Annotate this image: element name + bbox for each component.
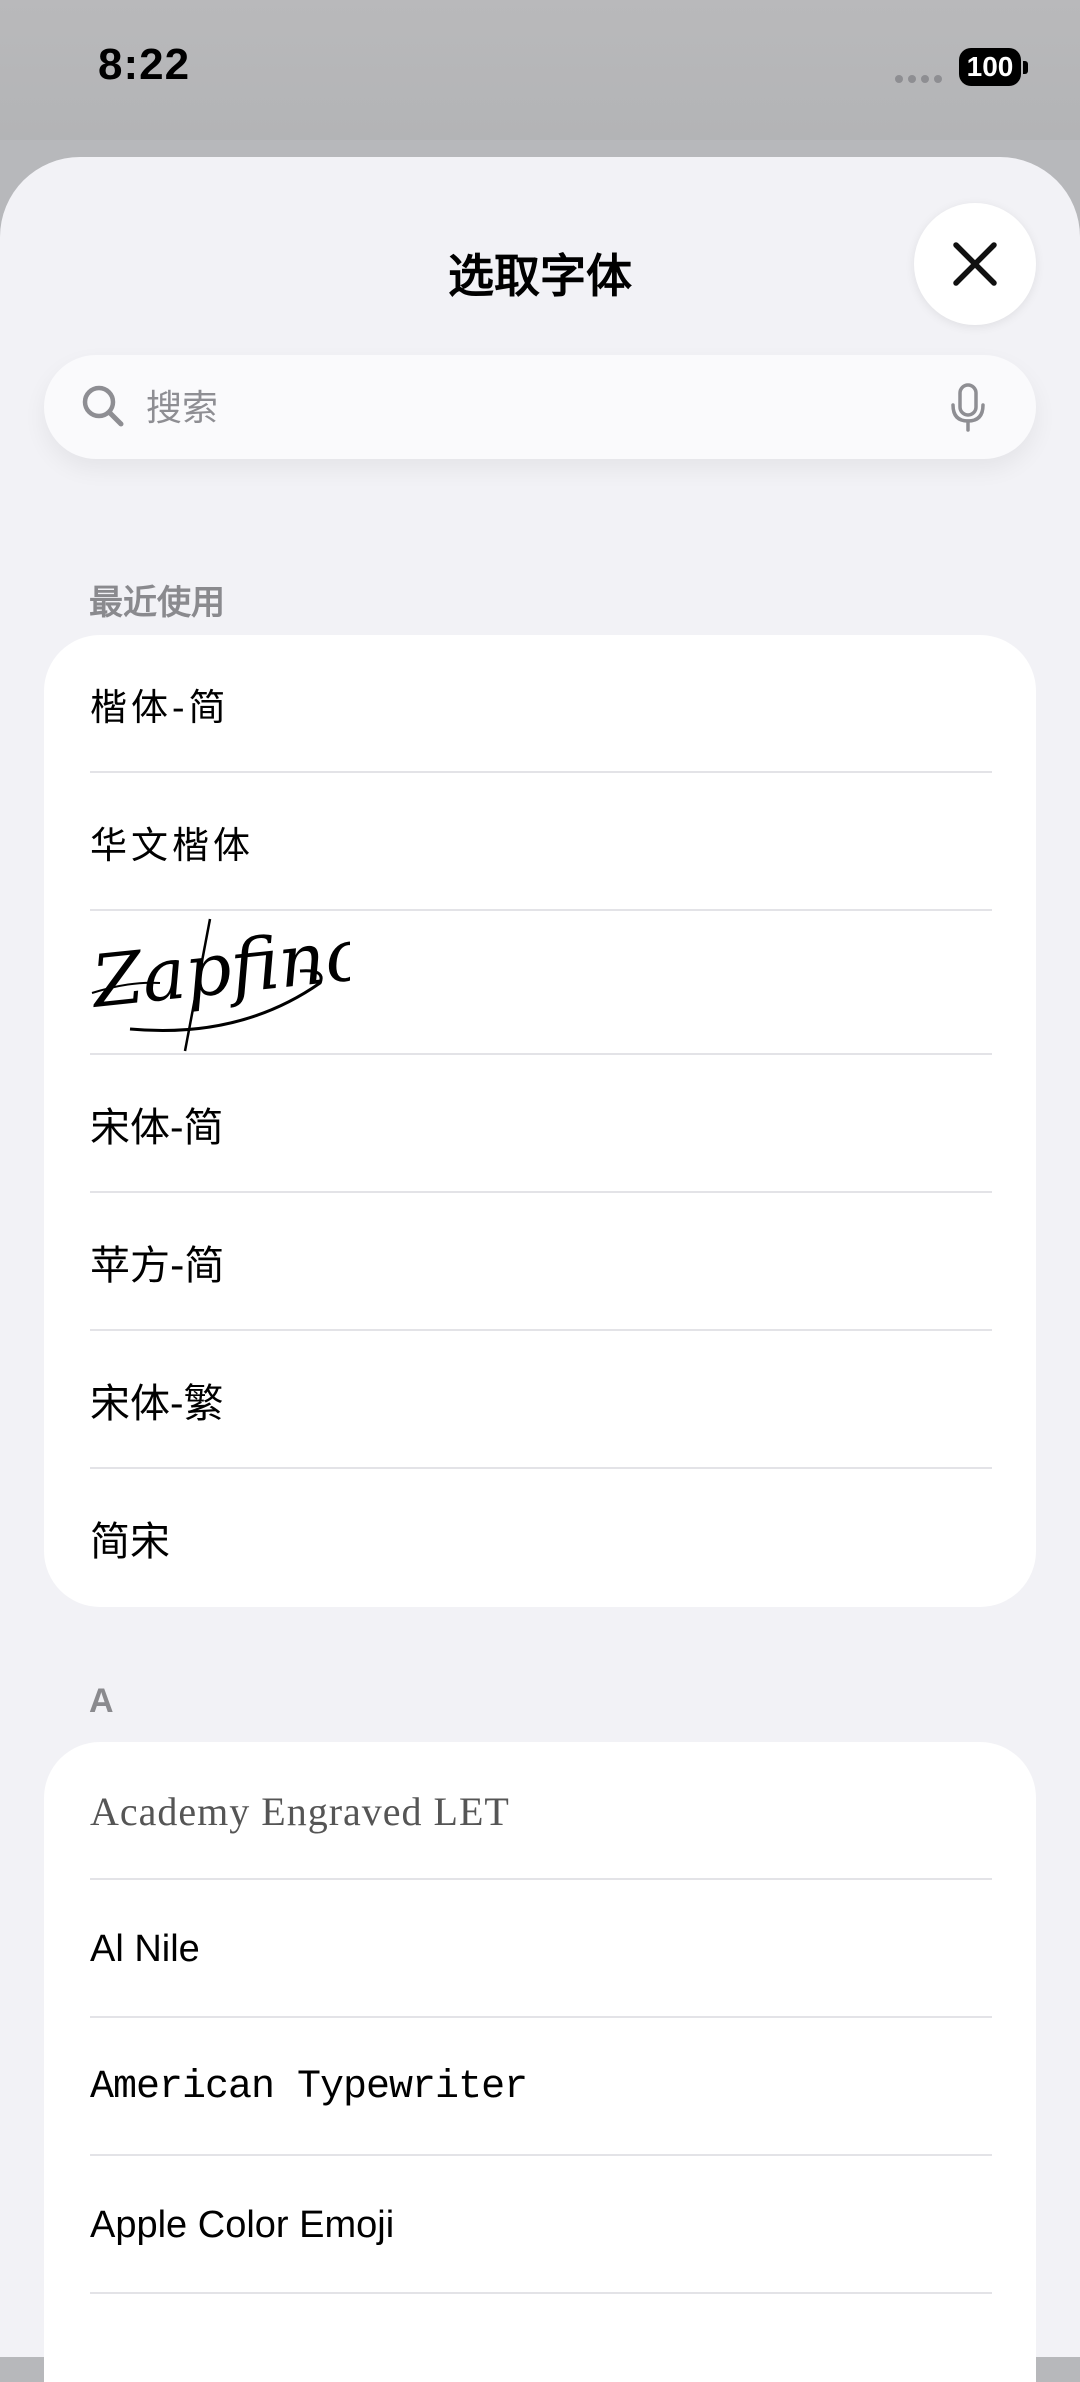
font-name: 楷体-简 (90, 686, 230, 729)
battery-icon: 100 (959, 48, 1021, 86)
font-name: 华文楷体 (90, 824, 254, 867)
font-row-al-nile[interactable]: Al Nile (44, 1880, 1036, 2018)
search-input[interactable] (144, 377, 948, 439)
font-row-songti-tc[interactable]: 宋体-繁 (44, 1331, 1036, 1469)
font-row-songti-sc[interactable]: 宋体-简 (44, 1055, 1036, 1193)
a-fonts-list: Academy Engraved LET Al Nile American Ty… (44, 1742, 1036, 2382)
font-row-jiansong[interactable]: 简宋 (44, 1469, 1036, 1607)
microphone-icon[interactable] (950, 383, 986, 433)
font-name: 宋体-简 (90, 1105, 224, 1151)
search-bar[interactable] (44, 355, 1036, 459)
font-name: 宋体-繁 (90, 1381, 224, 1427)
recent-fonts-list: 楷体-简 华文楷体 Zapfino 宋体-简 苹方-简 宋体-繁 简宋 (44, 635, 1036, 1607)
zapfino-sample: Zapfino (90, 911, 350, 1052)
section-header-a: A (89, 1682, 114, 1720)
font-name: Apple Color Emoji (90, 2203, 395, 2246)
font-row-apple-color-emoji[interactable]: Apple Color Emoji (44, 2156, 1036, 2294)
font-name: American Typewriter (90, 2064, 528, 2110)
font-row-stkaiti[interactable]: 华文楷体 (44, 773, 1036, 911)
section-header-recent: 最近使用 (89, 584, 225, 622)
font-name: 简宋 (90, 1519, 170, 1565)
font-row-academy-engraved[interactable]: Academy Engraved LET (44, 1742, 1036, 1880)
search-icon (82, 385, 124, 427)
close-button[interactable] (914, 203, 1036, 325)
font-row-kaiti-sc[interactable]: 楷体-简 (44, 635, 1036, 773)
status-bar: 8:22 100 (0, 0, 1080, 140)
font-name: Academy Engraved LET (90, 1788, 510, 1834)
battery-tip (1023, 61, 1028, 74)
font-row-zapfino[interactable]: Zapfino (44, 911, 1036, 1055)
font-row-pingfang-sc[interactable]: 苹方-简 (44, 1193, 1036, 1331)
divider (90, 2292, 992, 2294)
font-picker-sheet: 选取字体 最近使用 楷体-简 华文楷体 Zapfino (0, 157, 1080, 2382)
signal-icon (895, 75, 942, 83)
font-name: 苹方-简 (90, 1243, 225, 1289)
zapfino-glyphs: Zapfino (90, 911, 350, 1024)
close-icon (953, 242, 997, 286)
font-row-american-typewriter[interactable]: American Typewriter (44, 2018, 1036, 2156)
font-name: Al Nile (90, 1927, 200, 1970)
status-time: 8:22 (98, 40, 191, 89)
